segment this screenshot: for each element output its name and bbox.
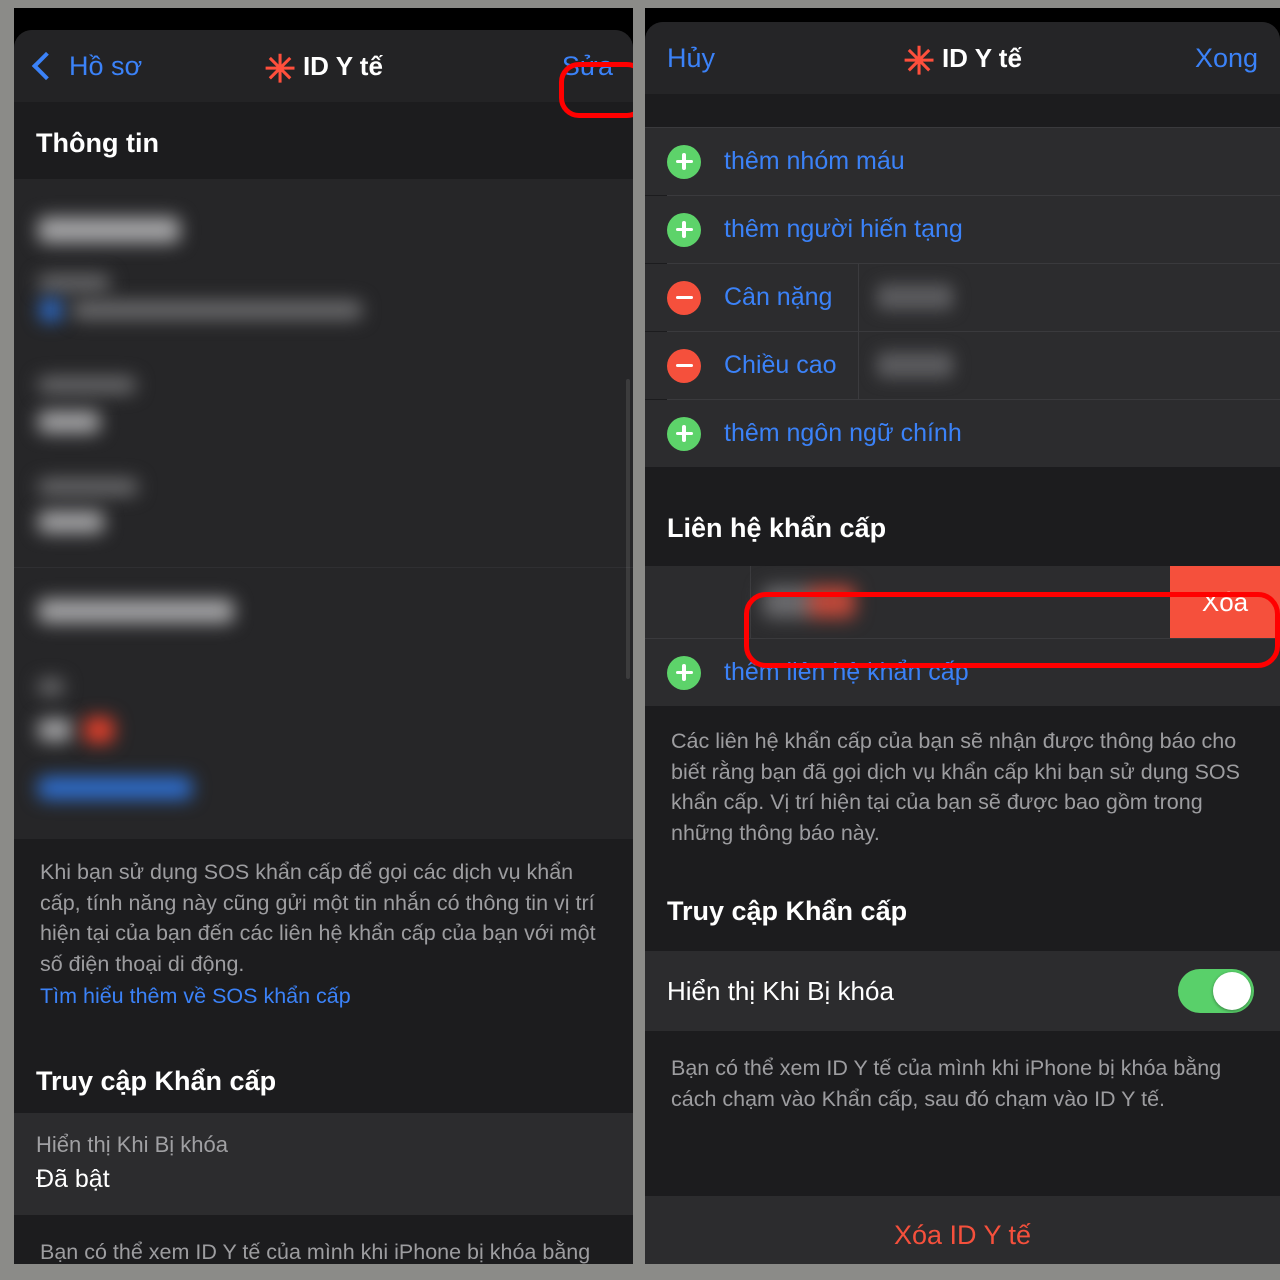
show-when-locked-toggle[interactable] xyxy=(1178,969,1254,1013)
contact-cell-divider xyxy=(750,566,751,638)
remove-circle-icon xyxy=(667,348,701,383)
row-label: thêm người hiến tạng xyxy=(724,215,963,243)
left-sos-footnote: Khi bạn sử dụng SOS khẩn cấp để gọi các … xyxy=(14,839,633,1032)
left-sheet: Hồ sơ ✳ ID Y tế Sửa Thông tin Khi bạn sử… xyxy=(14,30,633,1264)
info-section-heading: Thông tin xyxy=(36,128,159,158)
section-gap xyxy=(645,467,1280,513)
height-value-field[interactable] xyxy=(858,332,1280,399)
row-label: thêm ngôn ngữ chính xyxy=(724,419,962,447)
left-page-title-text: ID Y tế xyxy=(302,50,383,81)
delete-medical-id-button[interactable]: Xóa ID Y tế xyxy=(645,1196,1280,1264)
redacted-personal-info-card xyxy=(14,179,633,839)
right-locked-footnote-text: Bạn có thể xem ID Y tế của mình khi iPho… xyxy=(671,1056,1222,1111)
redacted-contact-name xyxy=(763,586,855,618)
edit-button[interactable]: Sửa xyxy=(562,51,613,82)
medical-id-edit-panel: Hủy ✳ ID Y tế Xong thêm nhóm máu thêm ng… xyxy=(645,8,1280,1264)
row-add-emergency-contact[interactable]: thêm liên hệ khẩn cấp xyxy=(645,639,1280,706)
done-button[interactable]: Xong xyxy=(1195,43,1258,74)
row-add-blood-type[interactable]: thêm nhóm máu xyxy=(645,128,1280,195)
contacts-footnote-text: Các liên hệ khẩn cấp của bạn sẽ nhận đượ… xyxy=(671,729,1240,845)
weight-value-field[interactable] xyxy=(858,264,1280,331)
right-sheet: Hủy ✳ ID Y tế Xong thêm nhóm máu thêm ng… xyxy=(645,22,1280,1264)
done-button-label: Xong xyxy=(1194,42,1258,73)
emergency-contact-row[interactable]: Xóa xyxy=(645,566,1280,638)
right-page-title: ✳ ID Y tế xyxy=(903,41,1022,83)
show-when-locked-label: Hiển thị Khi Bị khóa xyxy=(667,975,894,1006)
right-emergency-access-heading: Truy cập Khẩn cấp xyxy=(667,896,908,926)
edit-button-label: Sửa xyxy=(561,50,613,81)
add-circle-icon xyxy=(667,144,701,179)
top-spacer xyxy=(645,94,1280,127)
delete-contact-button[interactable]: Xóa xyxy=(1170,566,1280,638)
row-label: Cân nặng xyxy=(724,283,833,311)
emergency-contacts-heading: Liên hệ khẩn cấp xyxy=(667,513,887,543)
left-sos-footnote-text: Khi bạn sử dụng SOS khẩn cấp để gọi các … xyxy=(40,860,596,976)
row-add-primary-language[interactable]: thêm ngôn ngữ chính xyxy=(645,400,1280,467)
bottom-gap xyxy=(645,1124,1280,1196)
row-weight[interactable]: Cân nặng xyxy=(645,264,1280,331)
left-show-when-locked-row[interactable]: Hiển thị Khi Bị khóa Đã bật xyxy=(14,1112,633,1215)
right-locked-footnote: Bạn có thể xem ID Y tế của mình khi iPho… xyxy=(645,1031,1280,1124)
add-circle-icon xyxy=(667,416,701,451)
row-label: Chiều cao xyxy=(724,351,837,379)
back-button-label: Hồ sơ xyxy=(69,50,143,81)
row-height[interactable]: Chiều cao xyxy=(645,332,1280,399)
redacted-weight-value xyxy=(877,284,953,310)
left-locked-footnote-text: Bạn có thể xem ID Y tế của mình khi iPho… xyxy=(40,1239,591,1264)
contacts-footnote: Các liên hệ khẩn cấp của bạn sẽ nhận đượ… xyxy=(645,706,1280,858)
left-sos-learn-more-link[interactable]: Tìm hiểu thêm về SOS khẩn cấp xyxy=(40,981,607,1012)
add-circle-icon xyxy=(667,655,701,690)
screenshot-root: Hồ sơ ✳ ID Y tế Sửa Thông tin Khi bạn sử… xyxy=(0,0,1280,1280)
show-when-locked-row[interactable]: Hiển thị Khi Bị khóa xyxy=(645,951,1280,1031)
redacted-height-value xyxy=(877,352,953,378)
right-page-title-text: ID Y tế xyxy=(941,42,1022,73)
chevron-left-icon xyxy=(31,51,61,81)
right-navigation-bar: Hủy ✳ ID Y tế Xong xyxy=(645,22,1280,94)
back-button[interactable]: Hồ sơ xyxy=(31,50,143,82)
cancel-button-label: Hủy xyxy=(667,42,716,73)
left-show-when-locked-value: Đã bật xyxy=(36,1164,110,1193)
left-emergency-access-heading: Truy cập Khẩn cấp xyxy=(36,1065,277,1096)
row-label: thêm liên hệ khẩn cấp xyxy=(724,658,969,686)
toggle-knob xyxy=(1213,972,1251,1010)
scroll-indicator[interactable] xyxy=(626,379,630,679)
row-label: thêm nhóm máu xyxy=(724,147,905,175)
row-add-organ-donor[interactable]: thêm người hiến tạng xyxy=(645,196,1280,263)
cancel-button[interactable]: Hủy xyxy=(667,43,715,74)
medical-id-view-panel: Hồ sơ ✳ ID Y tế Sửa Thông tin Khi bạn sử… xyxy=(14,8,633,1264)
remove-circle-icon xyxy=(667,280,701,315)
left-navigation-bar: Hồ sơ ✳ ID Y tế Sửa xyxy=(14,30,633,102)
left-show-when-locked-label: Hiển thị Khi Bị khóa xyxy=(36,1131,228,1157)
add-circle-icon xyxy=(667,212,701,247)
left-locked-footnote: Bạn có thể xem ID Y tế của mình khi iPho… xyxy=(14,1214,633,1264)
